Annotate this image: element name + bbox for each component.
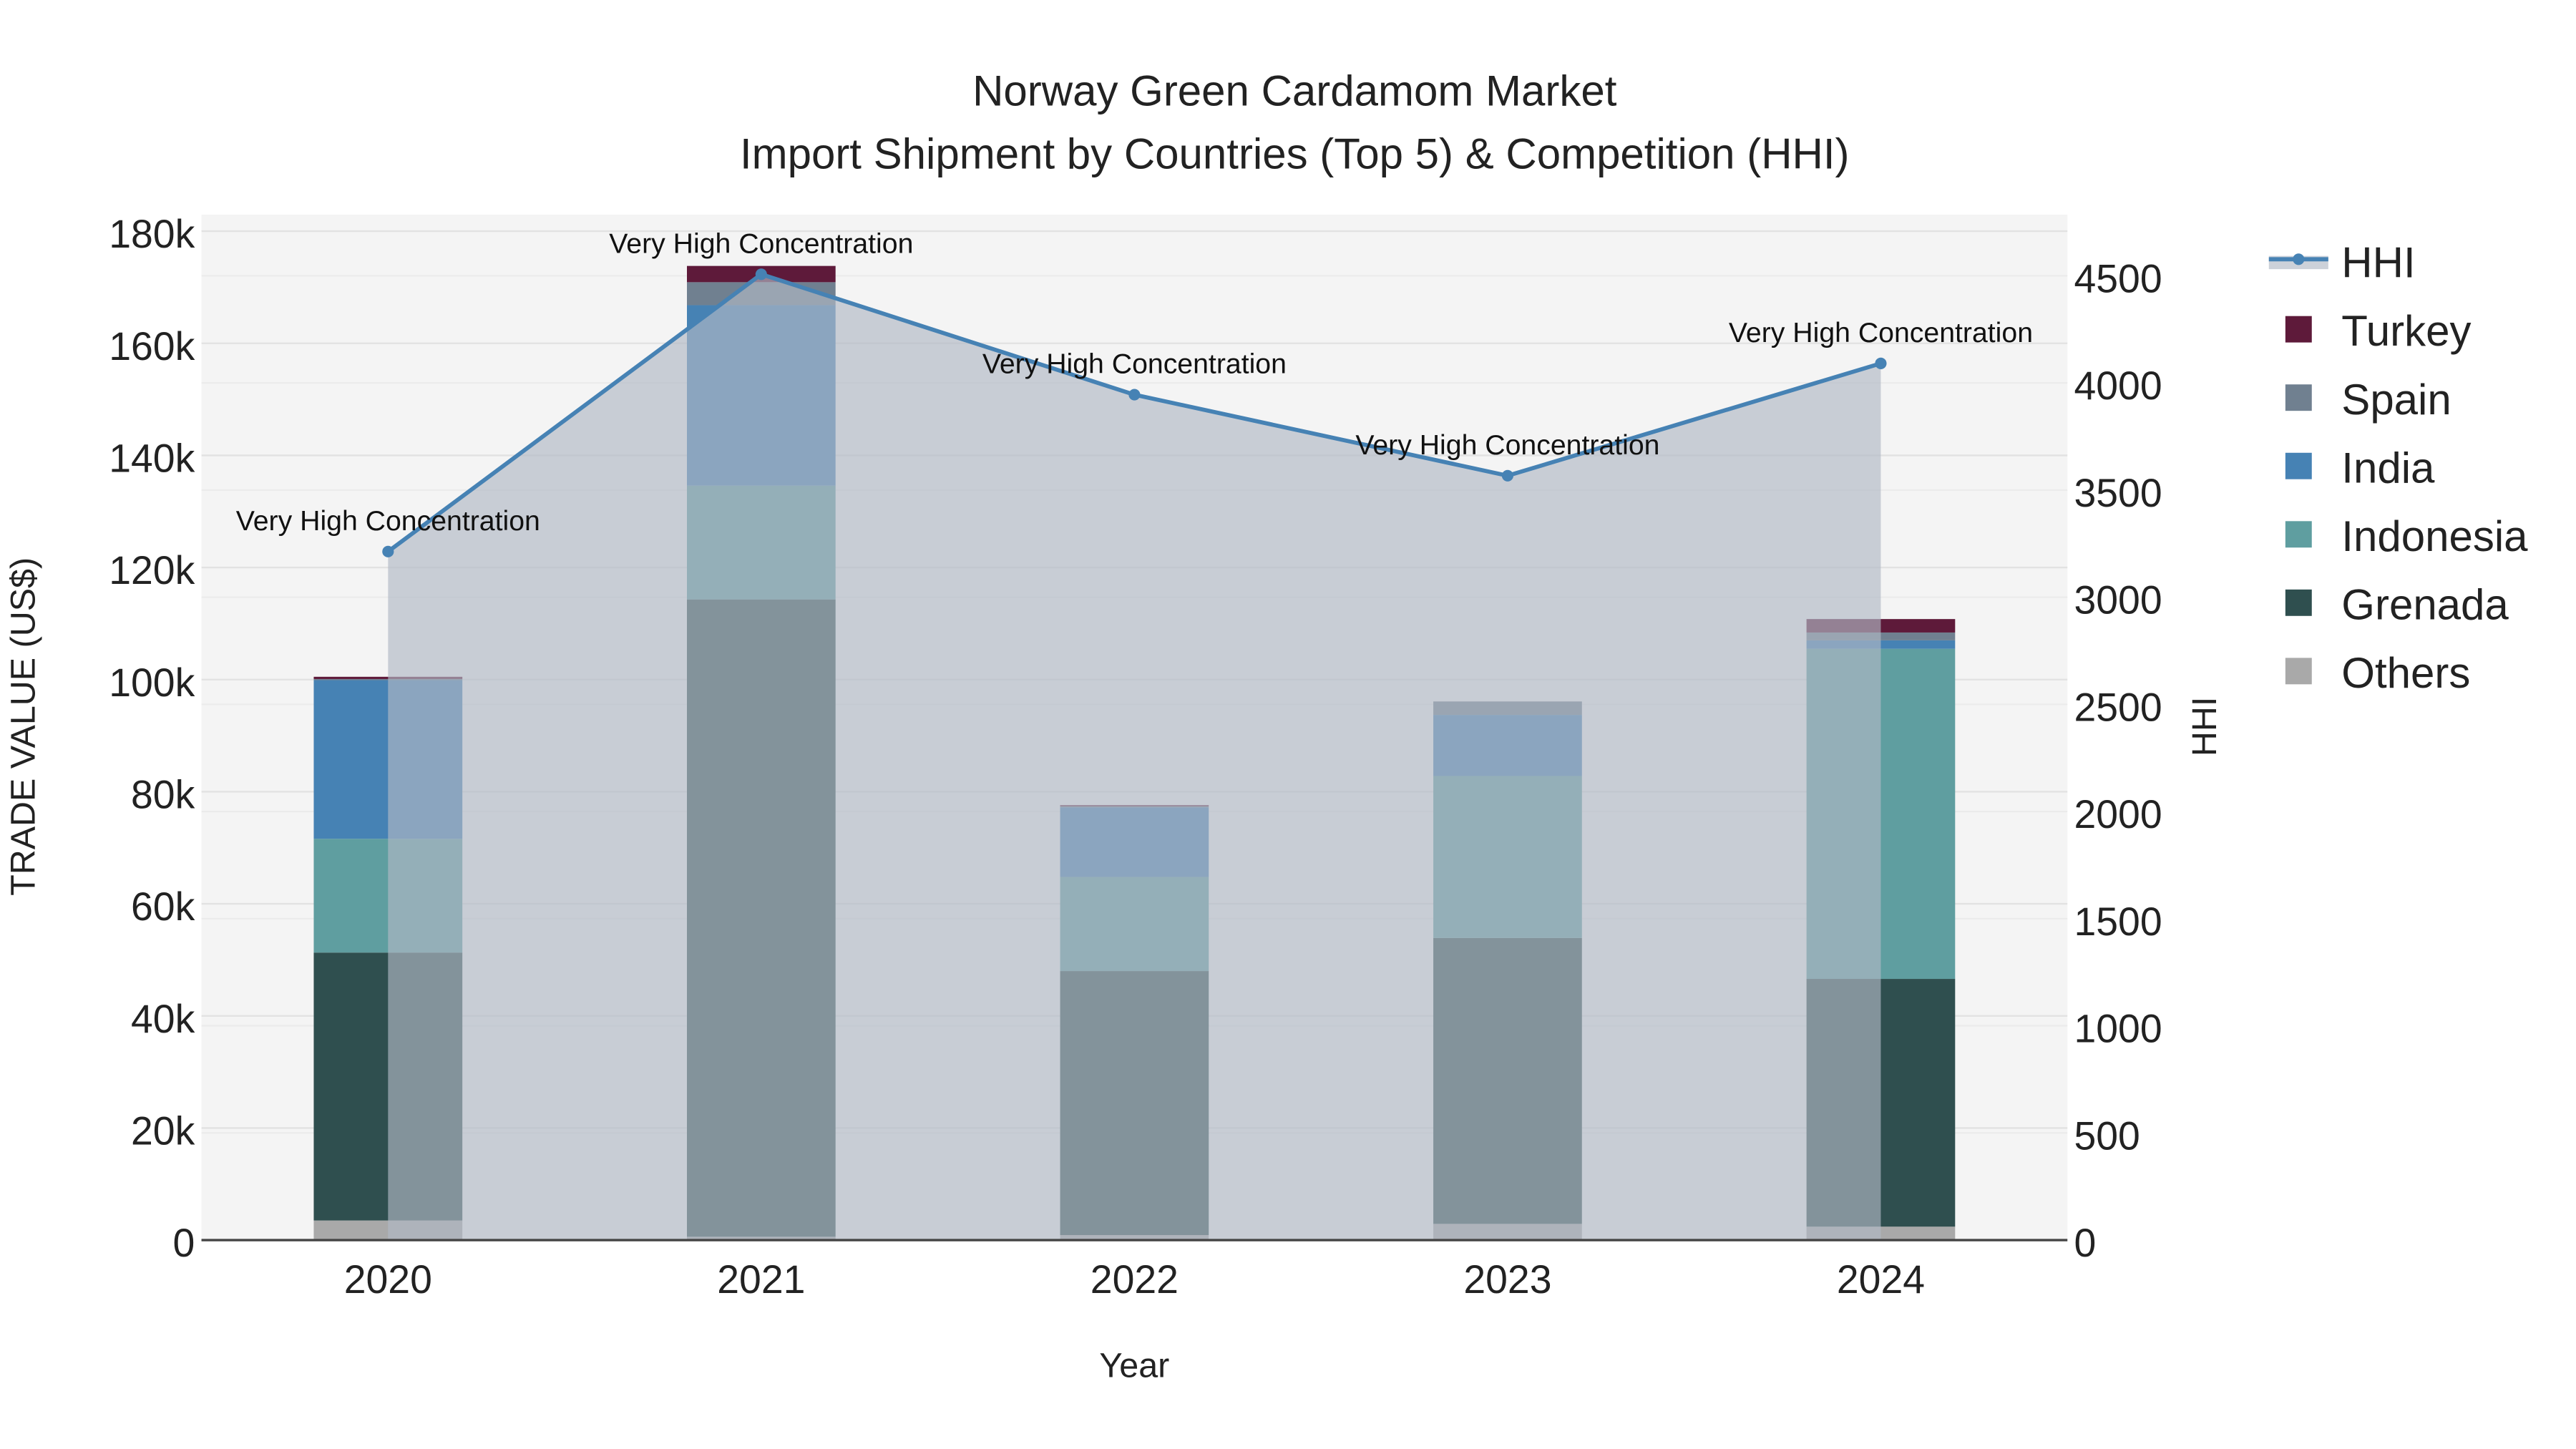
legend-swatch-india (2285, 452, 2312, 479)
legend-label-turkey: Turkey (2341, 307, 2471, 355)
legend-label-others: Others (2341, 649, 2470, 697)
x-tick-label: 2022 (1091, 1257, 1179, 1302)
y2-tick-label: 3500 (2074, 471, 2162, 515)
y2-tick-label: 2000 (2074, 792, 2162, 836)
y-tick-label: 60k (131, 884, 195, 929)
legend-swatch-turkey (2285, 316, 2312, 343)
y2-tick-label: 1500 (2074, 899, 2162, 944)
legend-swatch-indonesia (2285, 521, 2312, 548)
y2-tick-label: 4000 (2074, 364, 2162, 408)
legend-swatch-grenada (2285, 589, 2312, 616)
hhi-point-2021 (755, 268, 767, 280)
x-tick-label: 2024 (1837, 1257, 1925, 1302)
y2-tick-label: 4500 (2074, 256, 2162, 301)
y2-tick-label: 0 (2074, 1221, 2096, 1265)
chart-title-line2: Import Shipment by Countries (Top 5) & C… (740, 130, 1850, 177)
y-tick-label: 160k (109, 324, 195, 369)
hhi-point-2022 (1128, 389, 1141, 401)
chart-title-line1: Norway Green Cardamom Market (972, 67, 1617, 115)
legend-swatch-spain (2285, 384, 2312, 411)
y2-tick-label: 500 (2074, 1113, 2140, 1158)
y2-tick-label: 2500 (2074, 685, 2162, 729)
hhi-annotation: Very High Concentration (609, 228, 913, 259)
x-tick-label: 2021 (717, 1257, 805, 1302)
legend-label-hhi: HHI (2341, 239, 2415, 287)
hhi-annotation: Very High Concentration (1355, 429, 1659, 461)
y-axis-label: TRADE VALUE (US$) (4, 557, 42, 896)
y-tick-label: 0 (172, 1221, 195, 1265)
hhi-annotation: Very High Concentration (982, 348, 1287, 380)
legend-swatch-hhi-marker (2293, 253, 2305, 265)
hhi-annotation: Very High Concentration (1729, 317, 2033, 348)
y-tick-label: 100k (109, 660, 195, 705)
x-axis-label: Year (1099, 1347, 1169, 1385)
legend-label-grenada: Grenada (2341, 580, 2509, 628)
y2-tick-label: 3000 (2074, 578, 2162, 623)
x-tick-label: 2023 (1463, 1257, 1551, 1302)
legend-swatch-others (2285, 658, 2312, 685)
hhi-annotation: Very High Concentration (236, 505, 540, 537)
legend-label-indonesia: Indonesia (2341, 512, 2528, 560)
hhi-point-2020 (382, 545, 394, 557)
y-tick-label: 20k (131, 1108, 195, 1153)
x-tick-label: 2020 (344, 1257, 432, 1302)
y2-axis-label: HHI (2185, 697, 2224, 756)
y-tick-label: 40k (131, 997, 195, 1041)
y2-tick-label: 1000 (2074, 1007, 2162, 1051)
y-tick-label: 140k (109, 436, 195, 480)
legend-label-spain: Spain (2341, 376, 2451, 424)
chart: Norway Green Cardamom Market Import Ship… (4, 67, 2528, 1385)
hhi-point-2023 (1501, 469, 1513, 482)
y-tick-label: 120k (109, 548, 195, 592)
legend-label-india: India (2341, 444, 2435, 492)
hhi-point-2024 (1875, 357, 1887, 369)
y-tick-label: 180k (109, 212, 195, 256)
y-tick-label: 80k (131, 772, 195, 816)
